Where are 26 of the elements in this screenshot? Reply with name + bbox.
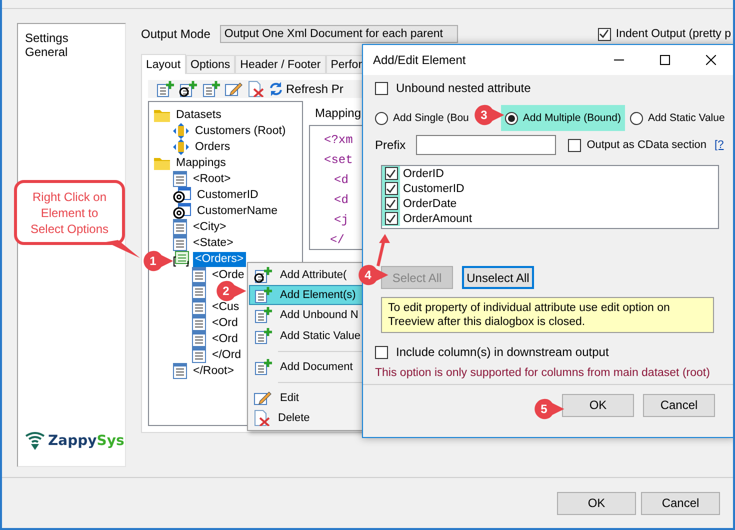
logo: ZappySys (25, 432, 124, 450)
output-mode-label: Output Mode (141, 27, 210, 41)
radio-label: Add Single (Bou (393, 112, 469, 124)
code-line: <d (333, 192, 350, 209)
step-badge: 1 (142, 250, 174, 272)
prefix-label: Prefix (375, 138, 406, 152)
mapping-label: Mapping (315, 106, 362, 120)
dialog-title: Add/Edit Element (373, 53, 466, 67)
radio-label: Add Static Value (648, 112, 725, 124)
step-badge: 4 (357, 264, 389, 286)
step-badge: 3 (473, 104, 505, 126)
note-text: This option is only supported for columns from main dataset (root) (375, 367, 710, 379)
step-badge: 5 (533, 398, 565, 420)
checkbox-label: Include column(s) in downstream output (396, 345, 609, 359)
radio-label: Add Multiple (Bound) (522, 112, 621, 124)
code-line: <?xm (324, 132, 354, 149)
code-line: <set (324, 152, 354, 169)
callout: Right Click on Element to Select Options (14, 180, 125, 245)
code-line: <d (333, 172, 350, 189)
step-badge: 2 (215, 280, 247, 302)
checkbox-label: Output as CData section (586, 139, 707, 151)
indent-output-label: Indent Output (pretty p (616, 28, 731, 40)
code-line: <j (333, 212, 350, 229)
tooltip: To edit property of individual attribute use edit option on Treeview after this dialogbox is closed. (381, 297, 714, 333)
code-line: </ (329, 232, 346, 249)
checkbox-label: Unbound nested attribute (396, 81, 531, 95)
